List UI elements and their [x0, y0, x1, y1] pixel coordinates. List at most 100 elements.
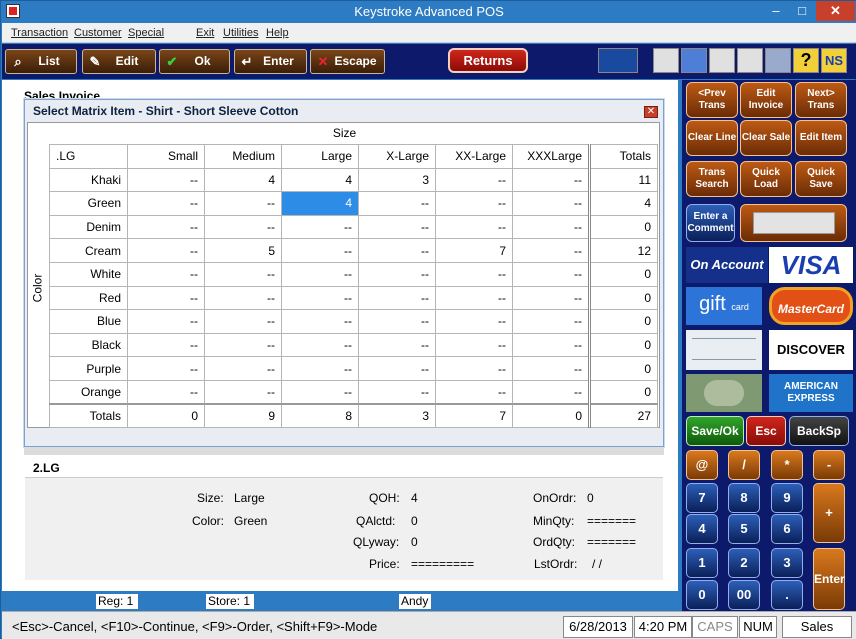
matrix-cell[interactable]: -- — [127, 309, 205, 334]
menu-special[interactable]: Special — [128, 27, 164, 39]
keyboard-button[interactable] — [740, 204, 847, 242]
matrix-cell[interactable]: -- — [281, 261, 359, 287]
help-icon[interactable]: ? — [793, 48, 819, 73]
matrix-cell[interactable]: 3 — [358, 167, 436, 193]
matrix-cell[interactable]: -- — [127, 214, 205, 240]
matrix-cell[interactable]: -- — [281, 332, 359, 358]
matrix-cell[interactable]: -- — [127, 379, 205, 405]
key-8[interactable]: 8 — [728, 483, 760, 513]
matrix-cell[interactable]: -- — [512, 332, 590, 358]
key-0[interactable]: 0 — [686, 580, 718, 610]
matrix-cell[interactable]: -- — [204, 309, 282, 334]
key-3[interactable]: 3 — [771, 548, 803, 578]
matrix-cell[interactable]: -- — [281, 309, 359, 334]
mastercard-button[interactable]: MasterCard — [769, 287, 853, 325]
matrix-cell[interactable]: -- — [435, 309, 513, 334]
clear-sale-button[interactable]: Clear Sale — [740, 120, 792, 156]
matrix-cell[interactable]: -- — [127, 238, 205, 263]
matrix-cell[interactable]: -- — [358, 214, 436, 240]
matrix-cell[interactable]: -- — [358, 191, 436, 216]
matrix-cell[interactable]: -- — [127, 356, 205, 381]
key-9[interactable]: 9 — [771, 483, 803, 513]
discover-button[interactable]: DISCOVER — [769, 330, 853, 370]
save-ok-button[interactable]: Save/Ok — [686, 416, 744, 446]
ns-icon[interactable]: NS — [821, 48, 847, 73]
matrix-cell[interactable]: -- — [358, 285, 436, 311]
escape-button[interactable]: ✕ Escape — [310, 49, 385, 74]
multiply-key[interactable]: * — [771, 450, 803, 480]
gift-card-button[interactable]: gift card — [686, 287, 762, 325]
matrix-cell[interactable]: -- — [512, 261, 590, 287]
clear-line-button[interactable]: Clear Line — [686, 120, 738, 156]
esc-button[interactable]: Esc — [746, 416, 786, 446]
key-7[interactable]: 7 — [686, 483, 718, 513]
matrix-cell[interactable]: -- — [512, 191, 590, 216]
list-button[interactable]: ⌕ List — [5, 49, 77, 74]
matrix-cell[interactable]: -- — [512, 309, 590, 334]
matrix-cell[interactable]: -- — [127, 332, 205, 358]
amex-button[interactable]: AMERICAN EXPRESS — [769, 374, 853, 412]
matrix-cell[interactable]: -- — [281, 285, 359, 311]
calculator-icon[interactable] — [653, 48, 679, 73]
matrix-cell[interactable]: -- — [435, 167, 513, 193]
quick-save-button[interactable]: Quick Save — [795, 161, 847, 197]
minus-key[interactable]: - — [813, 450, 845, 480]
at-key[interactable]: @ — [686, 450, 718, 480]
menu-utilities[interactable]: Utilities — [223, 27, 258, 39]
menu-transaction[interactable]: Transaction — [11, 27, 68, 39]
person-icon[interactable] — [737, 48, 763, 73]
matrix-cell[interactable]: -- — [512, 238, 590, 263]
matrix-cell[interactable]: 7 — [435, 238, 513, 263]
keypad-icon[interactable] — [765, 48, 791, 73]
matrix-cell[interactable]: -- — [512, 167, 590, 193]
matrix-cell[interactable]: -- — [435, 356, 513, 381]
matrix-cell[interactable]: 4 — [281, 167, 359, 193]
edit-item-button[interactable]: Edit Item — [795, 120, 847, 156]
key-5[interactable]: 5 — [728, 514, 760, 544]
matrix-cell[interactable]: -- — [281, 214, 359, 240]
ok-button[interactable]: ✔ Ok — [159, 49, 230, 74]
matrix-cell[interactable]: -- — [127, 191, 205, 216]
matrix-cell[interactable]: -- — [204, 356, 282, 381]
returns-button[interactable]: Returns — [448, 48, 528, 73]
matrix-cell[interactable]: -- — [204, 191, 282, 216]
visa-button[interactable]: VISA — [769, 247, 853, 283]
matrix-cell[interactable]: -- — [127, 261, 205, 287]
key-2[interactable]: 2 — [728, 548, 760, 578]
key-1[interactable]: 1 — [686, 548, 718, 578]
key-6[interactable]: 6 — [771, 514, 803, 544]
matrix-cell[interactable]: 4 — [281, 191, 359, 216]
key-00[interactable]: 00 — [728, 580, 760, 610]
slash-key[interactable]: / — [728, 450, 760, 480]
next-trans-button[interactable]: Next> Trans — [795, 82, 847, 118]
matrix-cell[interactable]: -- — [281, 238, 359, 263]
horizontal-scrollbar[interactable] — [24, 447, 664, 455]
quick-load-button[interactable]: Quick Load — [740, 161, 792, 197]
on-account-button[interactable]: On Account — [686, 247, 768, 283]
menu-customer[interactable]: Customer — [74, 27, 122, 39]
matrix-cell[interactable]: 4 — [204, 167, 282, 193]
menu-help[interactable]: Help — [266, 27, 289, 39]
matrix-cell[interactable]: -- — [358, 261, 436, 287]
matrix-cell[interactable]: -- — [127, 285, 205, 311]
matrix-cell[interactable]: -- — [512, 214, 590, 240]
dialog-close-button[interactable]: ✕ — [644, 106, 658, 118]
matrix-cell[interactable]: -- — [512, 379, 590, 405]
matrix-cell[interactable]: -- — [281, 356, 359, 381]
magnifier-icon[interactable] — [709, 48, 735, 73]
cash-button[interactable] — [686, 374, 762, 412]
menu-exit[interactable]: Exit — [196, 27, 214, 39]
enter-comment-button[interactable]: Enter a Comment — [686, 204, 735, 242]
matrix-cell[interactable]: -- — [358, 356, 436, 381]
matrix-cell[interactable]: -- — [435, 261, 513, 287]
backspace-button[interactable]: BackSp — [789, 416, 849, 446]
trans-search-button[interactable]: Trans Search — [686, 161, 738, 197]
matrix-cell[interactable]: -- — [281, 379, 359, 405]
matrix-cell[interactable]: -- — [358, 309, 436, 334]
matrix-cell[interactable]: -- — [204, 214, 282, 240]
close-button[interactable]: ✕ — [816, 1, 855, 21]
grid-view-icon[interactable] — [598, 48, 638, 73]
key-decimal[interactable]: . — [771, 580, 803, 610]
enter-button[interactable]: ↵ Enter — [234, 49, 307, 74]
matrix-cell[interactable]: 5 — [204, 238, 282, 263]
